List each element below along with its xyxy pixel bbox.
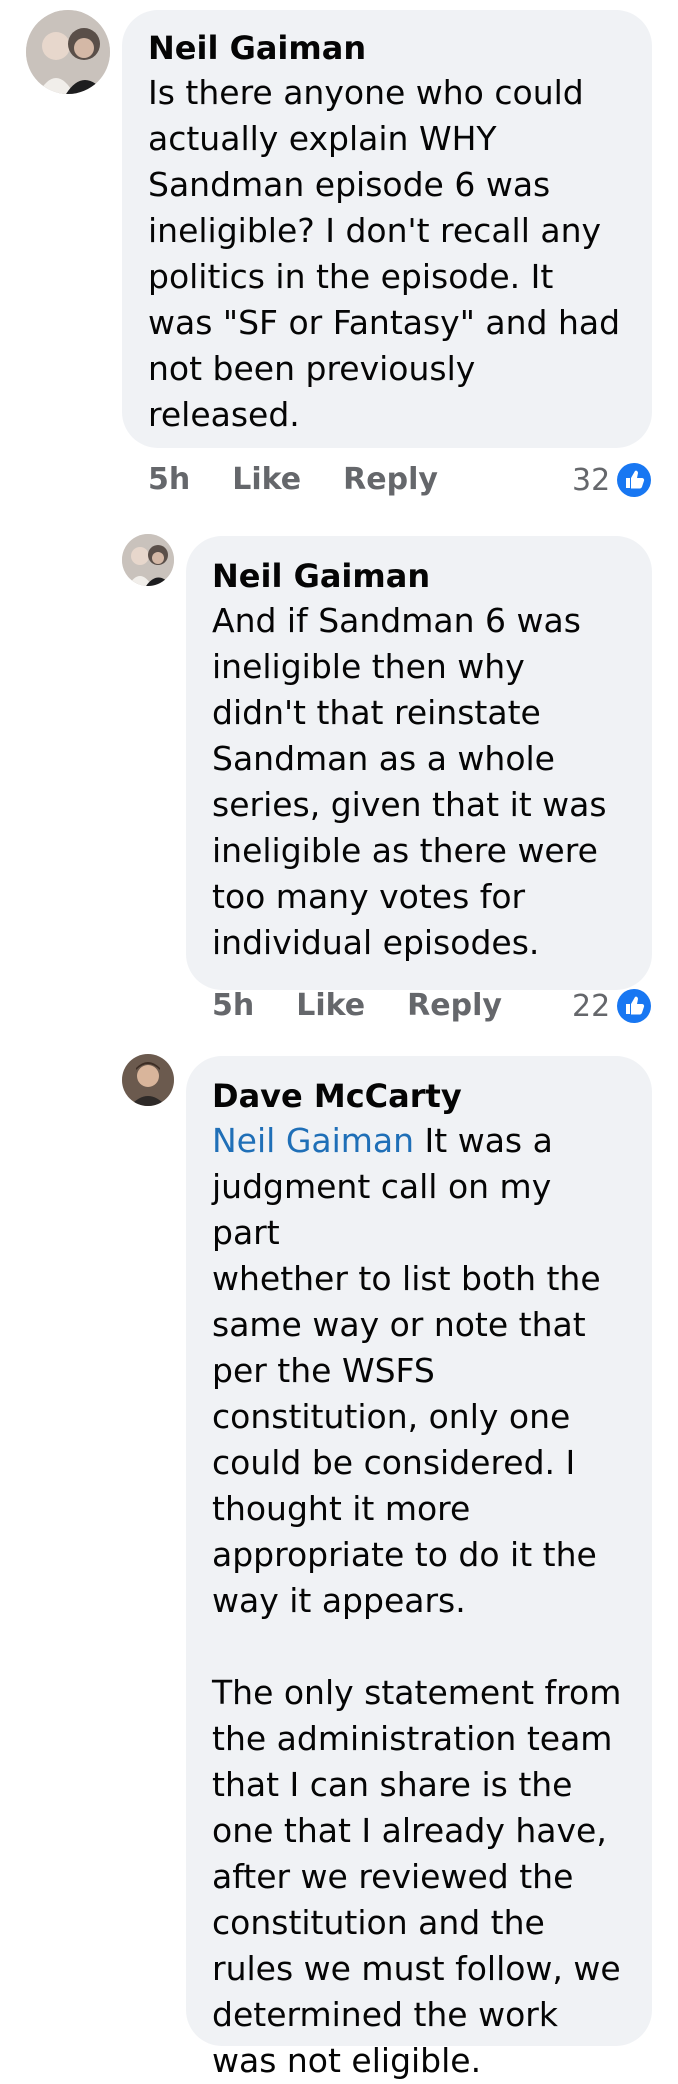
reaction-summary[interactable]: 22 [572, 988, 652, 1024]
like-button[interactable]: Like [296, 988, 365, 1023]
comment-dave-mccarty: Dave McCarty Neil Gaiman It was a judgme… [0, 1040, 678, 2080]
comment-bubble: Neil Gaiman And if Sandman 6 was ineligi… [186, 536, 652, 990]
reaction-count: 32 [572, 462, 611, 498]
like-icon [617, 989, 652, 1023]
comment-text: And if Sandman 6 was ineligible then why… [212, 601, 607, 962]
timestamp[interactable]: 5h [148, 462, 190, 497]
avatar[interactable] [122, 1054, 174, 1106]
comment-text: Is there anyone who could actually expla… [148, 73, 621, 434]
like-button[interactable]: Like [232, 462, 301, 497]
comment-text-body: It was a judgment call on my part whethe… [212, 1121, 622, 2080]
comment-actions: 5h Like Reply [212, 988, 544, 1023]
comment-neil-gaiman-1: Neil Gaiman Is there anyone who could ac… [0, 0, 678, 520]
comment-bubble: Dave McCarty Neil Gaiman It was a judgme… [186, 1056, 652, 2080]
timestamp[interactable]: 5h [212, 988, 254, 1023]
avatar[interactable] [122, 534, 174, 586]
avatar-photo-icon [122, 1054, 174, 1106]
avatar-photo-icon [26, 10, 110, 94]
comment-author[interactable]: Dave McCarty [212, 1076, 626, 1116]
reaction-summary[interactable]: 32 [572, 462, 652, 498]
mention-link[interactable]: Neil Gaiman [212, 1121, 414, 1160]
like-icon [617, 463, 652, 497]
comment-neil-gaiman-2: Neil Gaiman And if Sandman 6 was ineligi… [0, 520, 678, 1040]
comment-author[interactable]: Neil Gaiman [148, 28, 626, 68]
reply-button[interactable]: Reply [343, 462, 438, 497]
comment-actions: 5h Like Reply [148, 462, 480, 497]
avatar-photo-icon [122, 534, 174, 586]
comment-bubble: Neil Gaiman Is there anyone who could ac… [122, 10, 652, 448]
avatar[interactable] [26, 10, 110, 94]
reaction-count: 22 [572, 988, 611, 1024]
comment-text: Neil Gaiman It was a judgment call on my… [212, 1118, 626, 2084]
reply-button[interactable]: Reply [407, 988, 502, 1023]
comment-author[interactable]: Neil Gaiman [212, 556, 626, 596]
